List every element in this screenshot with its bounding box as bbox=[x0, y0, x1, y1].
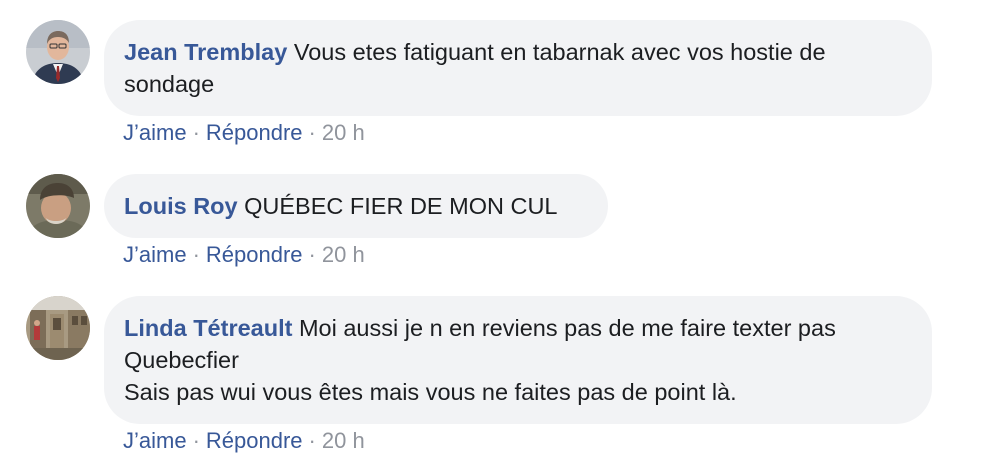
separator-dot: · bbox=[192, 242, 200, 267]
comment-bubble: Louis Roy QUÉBEC FIER DE MON CUL bbox=[104, 174, 608, 238]
comment-timestamp[interactable]: 20 h bbox=[322, 428, 365, 453]
like-link[interactable]: J’aime bbox=[123, 242, 187, 267]
comment-actions: J’aime · Répondre · 20 h bbox=[123, 242, 365, 268]
avatar[interactable] bbox=[26, 296, 90, 360]
like-link[interactable]: J’aime bbox=[123, 120, 187, 145]
comment-timestamp[interactable]: 20 h bbox=[322, 120, 365, 145]
separator-dot: · bbox=[192, 428, 200, 453]
separator-dot: · bbox=[308, 428, 316, 453]
reply-link[interactable]: Répondre bbox=[206, 428, 303, 453]
older-man-with-cap-avatar-icon bbox=[26, 174, 90, 238]
avatar[interactable] bbox=[26, 20, 90, 84]
comment-actions: J’aime · Répondre · 20 h bbox=[123, 428, 365, 454]
like-link[interactable]: J’aime bbox=[123, 428, 187, 453]
separator-dot: · bbox=[308, 242, 316, 267]
comment-timestamp[interactable]: 20 h bbox=[322, 242, 365, 267]
separator-dot: · bbox=[192, 120, 200, 145]
separator-dot: · bbox=[308, 120, 316, 145]
man-in-suit-avatar-icon bbox=[26, 20, 90, 84]
comment-author[interactable]: Louis Roy bbox=[124, 193, 238, 219]
reply-link[interactable]: Répondre bbox=[206, 120, 303, 145]
comment-text: QUÉBEC FIER DE MON CUL bbox=[244, 193, 558, 219]
reply-link[interactable]: Répondre bbox=[206, 242, 303, 267]
comment-actions: J’aime · Répondre · 20 h bbox=[123, 120, 365, 146]
building-photo-avatar-icon bbox=[26, 296, 90, 360]
comment-bubble: Jean Tremblay Vous etes fatiguant en tab… bbox=[104, 20, 932, 116]
comment-bubble: Linda Tétreault Moi aussi je n en revien… bbox=[104, 296, 932, 424]
comment-author[interactable]: Jean Tremblay bbox=[124, 39, 287, 65]
comment-author[interactable]: Linda Tétreault bbox=[124, 315, 292, 341]
avatar[interactable] bbox=[26, 174, 90, 238]
